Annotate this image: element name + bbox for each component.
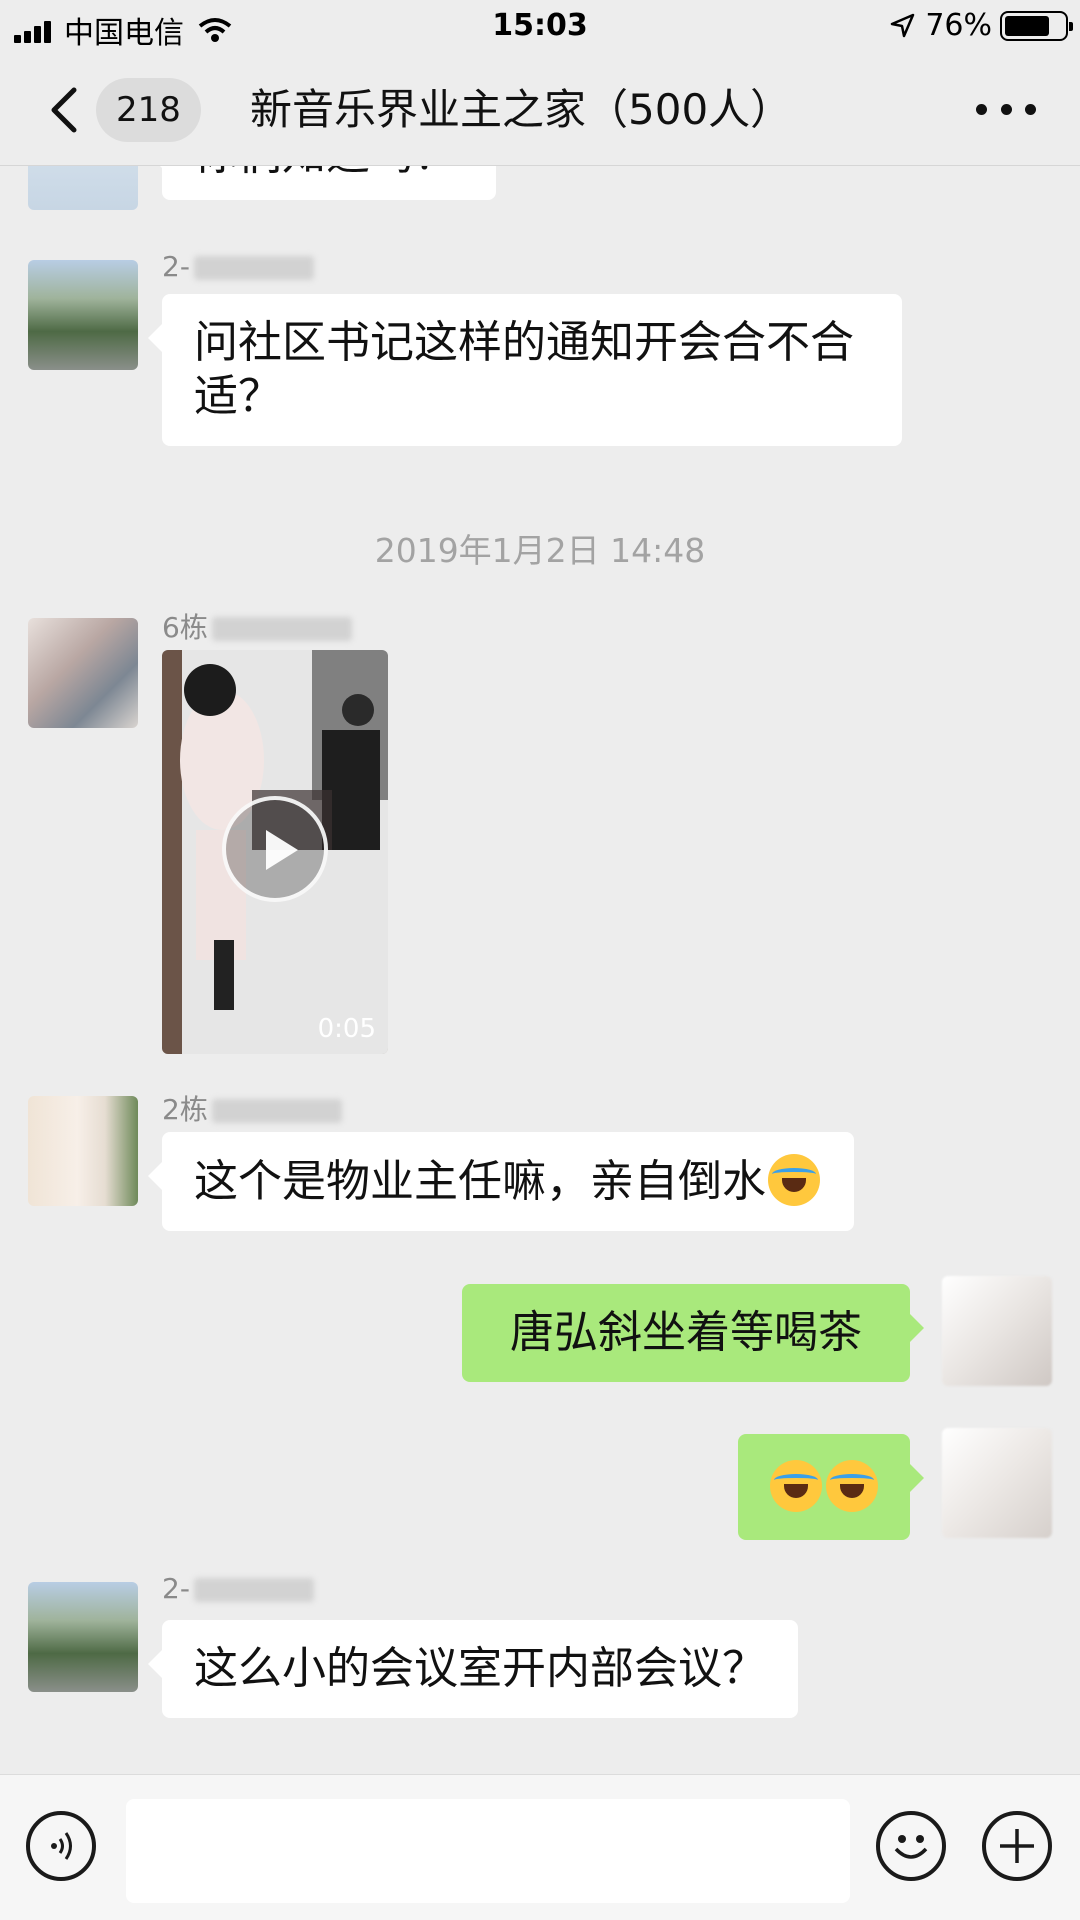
back-icon[interactable]	[40, 80, 100, 140]
avatar[interactable]	[28, 618, 138, 728]
message-text: 问社区书记这样的通知开会合不合适？	[194, 317, 854, 422]
video-message[interactable]: 0:05	[162, 650, 388, 1054]
sender-name-text: 2-	[162, 250, 190, 283]
video-duration: 0:05	[317, 1014, 376, 1044]
redacted-name	[193, 1578, 314, 1602]
avatar[interactable]	[28, 1582, 138, 1692]
message-bubble[interactable]: 这么小的会议室开内部会议？	[148, 1620, 798, 1718]
smiley-icon	[894, 1835, 928, 1859]
message-bubble[interactable]: 问社区书记这样的通知开会合不合适？	[148, 294, 902, 446]
my-avatar[interactable]	[942, 1276, 1052, 1386]
message-text: 这么小的会议室开内部会议？	[194, 1643, 766, 1694]
input-bar	[0, 1774, 1080, 1920]
avatar[interactable]	[28, 1096, 138, 1206]
chat-title: 新音乐界业主之家（500人）	[250, 85, 793, 134]
voice-button[interactable]	[26, 1811, 96, 1881]
battery-fill	[1005, 15, 1050, 36]
crying-laughing-emoji-icon	[770, 1460, 822, 1512]
plus-icon	[1000, 1829, 1034, 1863]
battery-icon	[1000, 10, 1073, 41]
sender-name: 2栋	[162, 1088, 342, 1128]
status-bar: 中国电信 15:03 76%	[0, 0, 1080, 54]
location-arrow-icon	[891, 13, 915, 37]
sender-name: 6栋	[162, 606, 352, 646]
message-text: 你们知道吗？	[194, 166, 458, 180]
sender-name: 2-	[162, 1572, 314, 1605]
timestamp: 2019年1月2日 14:48	[374, 531, 706, 570]
sender-name: 2-	[162, 250, 314, 283]
dot-icon	[1025, 103, 1036, 115]
redacted-name	[193, 256, 314, 280]
message-bubble[interactable]: 这个是物业主任嘛，亲自倒水	[148, 1132, 854, 1231]
voice-icon	[51, 1832, 72, 1860]
message-bubble[interactable]: 你们知道吗？	[148, 166, 496, 200]
avatar[interactable]	[28, 166, 138, 210]
message-text: 唐弘斜坐着等喝茶	[510, 1307, 862, 1358]
message-bubble[interactable]	[738, 1434, 924, 1540]
message-text: 这个是物业主任嘛，亲自倒水	[194, 1156, 766, 1207]
crying-laughing-emoji-icon	[768, 1154, 820, 1206]
more-functions-button[interactable]	[982, 1811, 1052, 1881]
chat-history[interactable]: 你们知道吗？ 2- 问社区书记这样的通知开会合不合适？ 2019年1月2日 14…	[0, 166, 1080, 1774]
crying-laughing-emoji-icon	[826, 1460, 878, 1512]
redacted-name	[211, 617, 352, 641]
more-options-button[interactable]	[976, 94, 1036, 124]
my-avatar[interactable]	[942, 1428, 1052, 1538]
sender-name-text: 6栋	[162, 611, 208, 644]
sender-name-text: 2-	[162, 1572, 190, 1605]
sender-name-text: 2栋	[162, 1093, 208, 1126]
avatar[interactable]	[28, 260, 138, 370]
nav-bar: 218 新音乐界业主之家（500人）	[0, 54, 1080, 166]
play-icon[interactable]	[222, 796, 328, 902]
message-input[interactable]	[126, 1799, 850, 1903]
emoji-button[interactable]	[876, 1811, 946, 1881]
battery-percent: 76%	[925, 8, 992, 43]
dot-icon	[1000, 103, 1012, 115]
message-bubble[interactable]: 唐弘斜坐着等喝茶	[462, 1284, 924, 1382]
status-right: 76%	[889, 8, 1073, 43]
unread-count-badge[interactable]: 218	[96, 78, 201, 142]
redacted-name	[211, 1099, 342, 1123]
dot-icon	[976, 103, 987, 115]
